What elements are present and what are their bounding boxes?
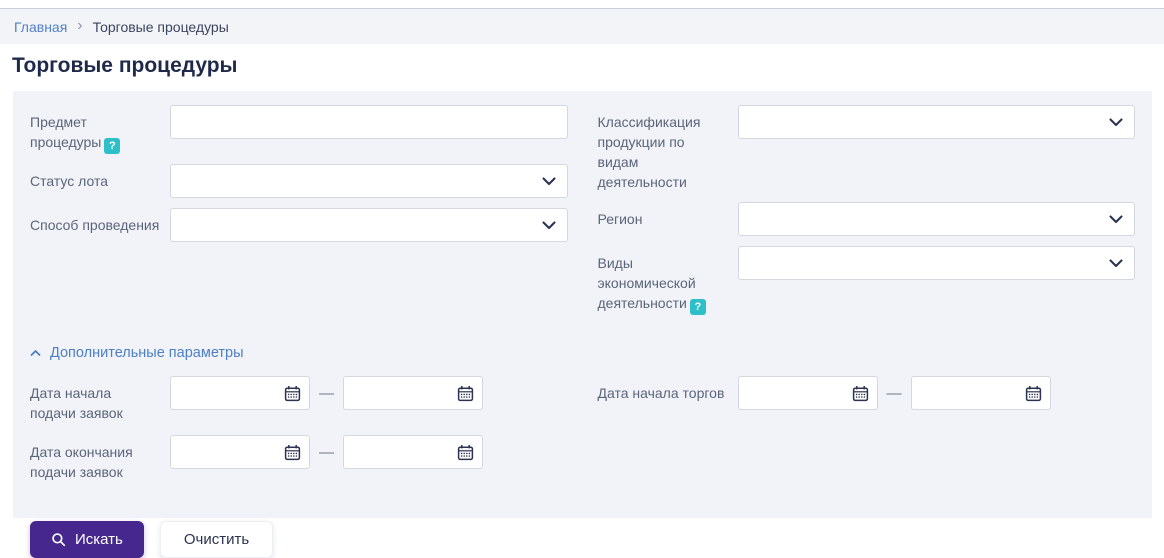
subject-input[interactable]	[170, 105, 568, 139]
date-row-application-start: Дата начала подачи заявок —	[30, 376, 568, 423]
clear-button-label: Очистить	[184, 531, 249, 548]
field-row-classification: Классификация продукции по видам деятель…	[598, 105, 1136, 192]
classification-select[interactable]	[738, 105, 1136, 139]
calendar-icon[interactable]	[457, 385, 474, 402]
application-start-to-field	[343, 376, 483, 410]
breadcrumb-home-link[interactable]: Главная	[14, 19, 67, 35]
field-label-auction-start: Дата начала торгов	[598, 376, 738, 403]
chevron-down-icon	[1109, 118, 1123, 127]
additional-params-toggle[interactable]: Дополнительные параметры	[30, 345, 244, 361]
calendar-icon[interactable]	[852, 385, 869, 402]
application-end-from-field	[170, 435, 310, 469]
auction-start-to-field	[911, 376, 1051, 410]
application-end-to-field	[343, 435, 483, 469]
calendar-icon[interactable]	[1025, 385, 1042, 402]
field-row-lot-status: Статус лота	[30, 164, 568, 198]
field-row-subject: Предмет процедуры?	[30, 105, 568, 154]
breadcrumb-separator-icon: ›	[77, 18, 82, 34]
clear-button[interactable]: Очистить	[160, 521, 273, 558]
field-label-region: Регион	[598, 202, 738, 229]
breadcrumb-current: Торговые процедуры	[93, 19, 229, 35]
field-label-application-end: Дата окончания подачи заявок	[30, 435, 170, 482]
dates-grid: Дата начала подачи заявок —	[30, 376, 1135, 494]
range-dash: —	[319, 444, 334, 461]
dates-column-left: Дата начала подачи заявок —	[30, 376, 568, 494]
chevron-up-icon	[30, 349, 41, 357]
chevron-down-icon	[542, 221, 556, 230]
field-row-economic-activity: Виды экономической деятельности?	[598, 246, 1136, 315]
dates-column-right: Дата начала торгов —	[598, 376, 1136, 494]
search-button[interactable]: Искать	[30, 521, 144, 558]
economic-activity-select[interactable]	[738, 246, 1136, 280]
range-dash: —	[319, 385, 334, 402]
breadcrumb: Главная › Торговые процедуры	[0, 8, 1164, 44]
date-row-application-end: Дата окончания подачи заявок —	[30, 435, 568, 482]
region-select[interactable]	[738, 202, 1136, 236]
page-title: Торговые процедуры	[12, 53, 1152, 79]
filters-column-right: Классификация продукции по видам деятель…	[598, 105, 1136, 325]
filters-grid: Предмет процедуры? Статус лота Способ пр…	[30, 105, 1135, 325]
additional-params-label: Дополнительные параметры	[50, 345, 244, 361]
actions-row: Искать Очистить	[30, 521, 1135, 558]
field-label-classification: Классификация продукции по видам деятель…	[598, 105, 738, 192]
calendar-icon[interactable]	[284, 385, 301, 402]
date-row-auction-start: Дата начала торгов —	[598, 376, 1136, 410]
help-icon[interactable]: ?	[104, 138, 120, 154]
application-start-range: —	[170, 376, 483, 410]
application-end-range: —	[170, 435, 483, 469]
field-row-region: Регион	[598, 202, 1136, 236]
search-icon	[51, 532, 66, 547]
search-button-label: Искать	[75, 531, 123, 548]
calendar-icon[interactable]	[284, 444, 301, 461]
field-row-method: Способ проведения	[30, 208, 568, 242]
auction-start-range: —	[738, 376, 1051, 410]
help-icon[interactable]: ?	[690, 299, 706, 315]
auction-start-from-field	[738, 376, 878, 410]
range-dash: —	[887, 385, 902, 402]
chevron-down-icon	[542, 177, 556, 186]
filters-column-left: Предмет процедуры? Статус лота Способ пр…	[30, 105, 568, 325]
search-filters-panel: Предмет процедуры? Статус лота Способ пр…	[13, 91, 1152, 518]
chevron-down-icon	[1109, 215, 1123, 224]
application-start-from-field	[170, 376, 310, 410]
field-label-economic-activity: Виды экономической деятельности?	[598, 246, 738, 315]
field-label-method: Способ проведения	[30, 208, 170, 235]
lot-status-select[interactable]	[170, 164, 568, 198]
field-label-subject: Предмет процедуры?	[30, 105, 170, 154]
chevron-down-icon	[1109, 259, 1123, 268]
calendar-icon[interactable]	[457, 444, 474, 461]
field-label-lot-status: Статус лота	[30, 164, 170, 191]
method-select[interactable]	[170, 208, 568, 242]
field-label-application-start: Дата начала подачи заявок	[30, 376, 170, 423]
